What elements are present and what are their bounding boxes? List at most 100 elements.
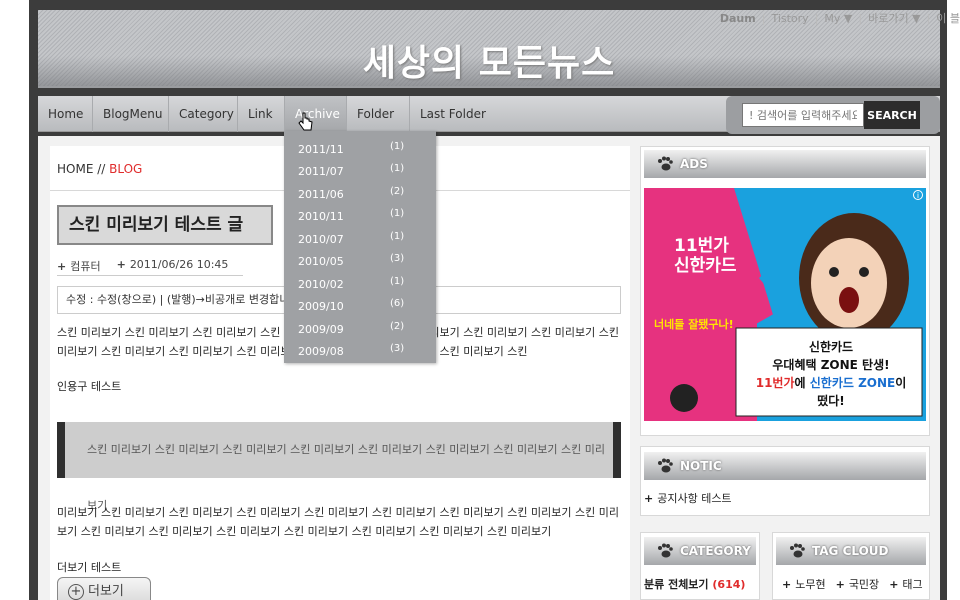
tag-item[interactable]: + 노무현 xyxy=(782,576,826,592)
notice-widget-title: NOTIC xyxy=(644,452,926,480)
nav-last-folder[interactable]: Last Folder xyxy=(410,96,496,132)
archive-item[interactable]: 2010/11 (1) xyxy=(284,204,436,226)
plus-icon: + xyxy=(116,258,126,271)
nav-archive[interactable]: Archive xyxy=(285,96,347,132)
tag-cloud-title-label: TAG CLOUD xyxy=(812,544,889,558)
plus-icon: + xyxy=(835,578,845,591)
nav-blogmenu[interactable]: BlogMenu xyxy=(93,96,169,132)
search-button[interactable]: SEARCH xyxy=(864,101,920,129)
this-blog-link[interactable]: 이 블 xyxy=(936,10,960,26)
divider xyxy=(57,275,243,276)
tag-item[interactable]: + 국민장 xyxy=(836,576,880,592)
ad-text: 신한카드 xyxy=(808,340,854,354)
archive-item[interactable]: 2010/02 (1) xyxy=(284,272,436,294)
nav-link[interactable]: Link xyxy=(238,96,285,132)
paw-icon xyxy=(658,543,673,558)
tag-label: 노무현 xyxy=(795,578,826,591)
archive-month: 2010/02 xyxy=(298,278,344,291)
plus-circle-icon: + xyxy=(68,584,84,600)
ad-box-text: 신한카드 우대혜택 ZONE 탄생! 11번가에 신한카드 ZONE이 떴다! xyxy=(740,338,922,410)
breadcrumb-separator: // xyxy=(93,162,110,176)
plus-icon: + xyxy=(644,492,654,505)
category-title-label: CATEGORY xyxy=(680,544,751,558)
tag-label: 태그 xyxy=(902,578,923,591)
ad-text: 신한카드 ZONE xyxy=(809,376,896,390)
divider: | xyxy=(814,11,819,25)
post-meta: + 컴퓨터 +2011/06/26 10:45 xyxy=(57,258,228,274)
post-category-label: 컴퓨터 xyxy=(70,260,101,273)
notice-item-label: 공지사항 테스트 xyxy=(657,492,732,505)
category-widget-title: CATEGORY xyxy=(644,537,756,565)
archive-month: 2010/07 xyxy=(298,233,344,246)
archive-month: 2010/05 xyxy=(298,255,344,268)
post-datetime: +2011/06/26 10:45 xyxy=(117,258,229,274)
archive-count: (2) xyxy=(390,186,405,197)
tag-item[interactable]: + 태그 xyxy=(889,576,922,592)
hand-cursor-icon xyxy=(298,112,313,131)
quote-label: 인용구 테스트 xyxy=(57,380,122,393)
archive-item[interactable]: 2009/10 (6) xyxy=(284,294,436,316)
blockquote: 스킨 미리보기 스킨 미리보기 스킨 미리보기 스킨 미리보기 스킨 미리보기 … xyxy=(57,422,621,512)
ads-widget-title: ADS xyxy=(644,150,926,178)
my-menu[interactable]: My ▼ xyxy=(824,12,852,25)
plus-icon: + xyxy=(782,578,792,591)
post-title[interactable]: 스킨 미리보기 테스트 글 xyxy=(57,205,273,245)
advertisement-banner[interactable]: 11번가 신한카드 너네들 잘됐구나! 신한카드 우대혜택 ZONE 탄생! 1… xyxy=(644,188,926,421)
archive-count: (1) xyxy=(390,231,405,242)
archive-count: (3) xyxy=(390,253,405,264)
archive-item[interactable]: 2010/07 (1) xyxy=(284,227,436,249)
search-input[interactable] xyxy=(742,103,864,127)
divider: | xyxy=(761,11,766,25)
category-all-label: 분류 전체보기 xyxy=(644,578,709,591)
ad-text: 떴다! xyxy=(817,394,845,408)
archive-count: (6) xyxy=(390,298,405,309)
tag-label: 국민장 xyxy=(848,578,880,591)
ad-text: 너네들 잘됐구나! xyxy=(654,318,734,331)
category-all-link[interactable]: 분류 전체보기 (614) xyxy=(644,576,745,592)
archive-item[interactable]: 2011/11 (1) xyxy=(284,137,436,159)
tistory-link[interactable]: Tistory xyxy=(771,12,808,25)
ad-text: 11번가 xyxy=(674,236,729,256)
ads-title-label: ADS xyxy=(680,157,708,171)
more-button-label: 더보기 xyxy=(88,584,124,599)
archive-item[interactable]: 2011/07 (1) xyxy=(284,159,436,181)
archive-item[interactable]: 2011/06 (2) xyxy=(284,182,436,204)
paw-icon xyxy=(790,543,805,558)
paw-icon xyxy=(658,458,673,473)
archive-item[interactable]: 2009/08 (3) xyxy=(284,339,436,361)
ad-headline: 11번가 신한카드 xyxy=(674,236,737,276)
archive-item[interactable]: 2010/05 (3) xyxy=(284,249,436,271)
divider: | xyxy=(926,11,931,25)
nav-category[interactable]: Category xyxy=(169,96,238,132)
shortcuts-menu[interactable]: 바로가기 ▼ xyxy=(868,10,920,26)
breadcrumb-current: BLOG xyxy=(109,162,143,176)
archive-month: 2009/10 xyxy=(298,300,344,313)
ad-text: 에 xyxy=(794,376,810,390)
daum-link[interactable]: Daum xyxy=(720,12,756,25)
ad-text: 우대혜택 ZONE 탄생! xyxy=(772,358,890,372)
info-icon[interactable]: i xyxy=(913,190,923,200)
tag-list: + 노무현 + 국민장 + 태그 xyxy=(782,576,923,592)
more-button[interactable]: + 더보기 xyxy=(57,577,151,600)
archive-count: (2) xyxy=(390,321,405,332)
archive-count: (3) xyxy=(390,343,405,354)
ad-text: 이 xyxy=(895,376,907,390)
notice-item[interactable]: + 공지사항 테스트 xyxy=(644,490,732,506)
top-utility-bar: Daum | Tistory | My ▼ | 바로가기 ▼ | 이 블 xyxy=(720,10,960,26)
paw-icon xyxy=(658,156,673,171)
post-category[interactable]: + 컴퓨터 xyxy=(57,258,101,274)
nav-folder-1[interactable]: Folder 1 xyxy=(347,96,410,157)
archive-count: (1) xyxy=(390,141,405,152)
archive-month: 2010/11 xyxy=(298,210,344,223)
nav-home[interactable]: Home xyxy=(38,96,93,132)
post-body-paragraph-2: 미리보기 스킨 미리보기 스킨 미리보기 스킨 미리보기 스킨 미리보기 스킨 … xyxy=(57,506,619,538)
ad-box-line-3: 11번가에 신한카드 ZONE이 xyxy=(740,374,922,392)
breadcrumb-home[interactable]: HOME xyxy=(57,162,93,176)
archive-count: (1) xyxy=(390,163,405,174)
archive-month: 2011/11 xyxy=(298,143,344,156)
notice-title-label: NOTIC xyxy=(680,459,722,473)
archive-count: (1) xyxy=(390,276,405,287)
archive-dropdown: 2011/11 (1) 2011/07 (1) 2011/06 (2) 2010/11… xyxy=(284,131,436,363)
site-title[interactable]: 세상의 모든뉴스 xyxy=(38,34,940,86)
archive-item[interactable]: 2009/09 (2) xyxy=(284,317,436,339)
